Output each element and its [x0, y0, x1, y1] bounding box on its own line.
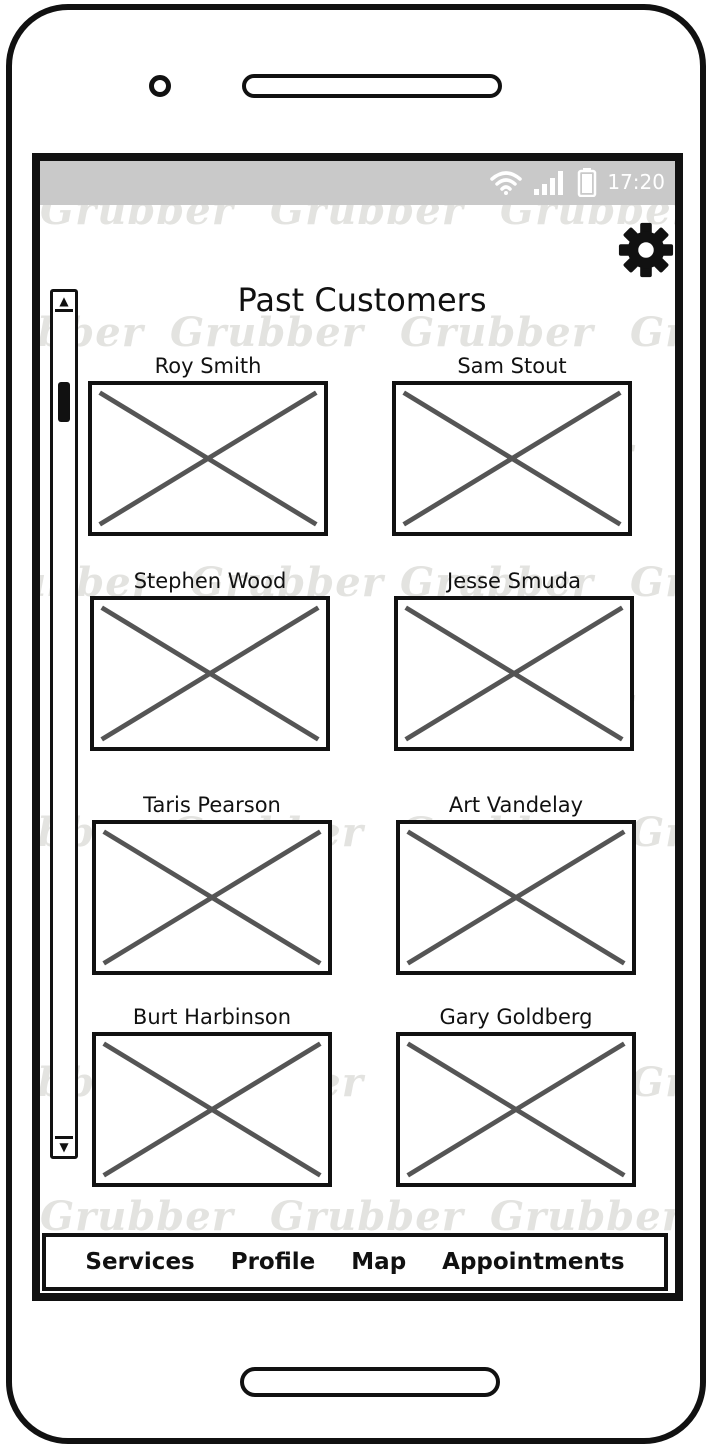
- customer-name: Taris Pearson: [143, 793, 281, 817]
- nav-appointments[interactable]: Appointments: [442, 1249, 624, 1275]
- customer-card[interactable]: Taris Pearson: [92, 790, 332, 975]
- front-camera: [149, 75, 171, 97]
- earpiece-speaker: [242, 74, 502, 98]
- customer-photo-placeholder[interactable]: [88, 381, 328, 536]
- customer-name: Roy Smith: [154, 354, 262, 378]
- customer-card[interactable]: Gary Goldberg: [396, 1002, 636, 1187]
- scroll-thumb[interactable]: [58, 382, 70, 422]
- watermark-text: Grubber: [37, 309, 144, 356]
- customer-name: Stephen Wood: [133, 569, 287, 593]
- watermark-text: Grubber: [630, 309, 675, 356]
- customer-photo-placeholder[interactable]: [90, 596, 330, 751]
- status-time: 17:20: [607, 170, 665, 194]
- watermark-text: Grubber: [630, 809, 675, 856]
- scroll-down-arrow-icon[interactable]: ▼: [55, 1136, 73, 1155]
- wifi-icon: [490, 171, 523, 195]
- gear-icon[interactable]: [617, 221, 675, 279]
- scroll-up-arrow-icon[interactable]: ▲: [55, 293, 73, 312]
- customer-name: Jesse Smuda: [447, 569, 581, 593]
- customer-name: Gary Goldberg: [439, 1005, 593, 1029]
- customer-photo-placeholder[interactable]: [392, 381, 632, 536]
- watermark-text: Grubber: [630, 1059, 675, 1106]
- customer-photo-placeholder[interactable]: [92, 1032, 332, 1187]
- home-button[interactable]: [240, 1367, 500, 1397]
- customer-card[interactable]: Burt Harbinson: [92, 1002, 332, 1187]
- status-bar: 17:20: [40, 161, 675, 205]
- customer-card[interactable]: Stephen Wood: [90, 566, 330, 751]
- bottom-navigation: Services Profile Map Appointments: [42, 1233, 668, 1291]
- customer-name: Burt Harbinson: [132, 1005, 292, 1029]
- customer-photo-placeholder[interactable]: [396, 1032, 636, 1187]
- watermark-text: Grubber: [630, 559, 675, 606]
- customer-photo-placeholder[interactable]: [92, 820, 332, 975]
- vertical-scrollbar[interactable]: ▲ ▼: [50, 289, 78, 1159]
- customer-name: Art Vandelay: [448, 793, 584, 817]
- customer-card[interactable]: Art Vandelay: [396, 790, 636, 975]
- app-screen: Grubber Grubber Grubber Grubber Grubber …: [32, 153, 683, 1301]
- customer-name: Sam Stout: [457, 354, 567, 378]
- nav-services[interactable]: Services: [85, 1249, 194, 1275]
- nav-profile[interactable]: Profile: [231, 1249, 316, 1275]
- nav-map[interactable]: Map: [351, 1249, 406, 1275]
- customer-card[interactable]: Jesse Smuda: [394, 566, 634, 751]
- customer-photo-placeholder[interactable]: [394, 596, 634, 751]
- customer-card[interactable]: Sam Stout: [392, 351, 632, 536]
- page-title: Past Customers: [237, 281, 487, 319]
- signal-icon: [534, 171, 564, 195]
- battery-icon: [578, 168, 597, 197]
- customer-card[interactable]: Roy Smith: [88, 351, 328, 536]
- customer-photo-placeholder[interactable]: [396, 820, 636, 975]
